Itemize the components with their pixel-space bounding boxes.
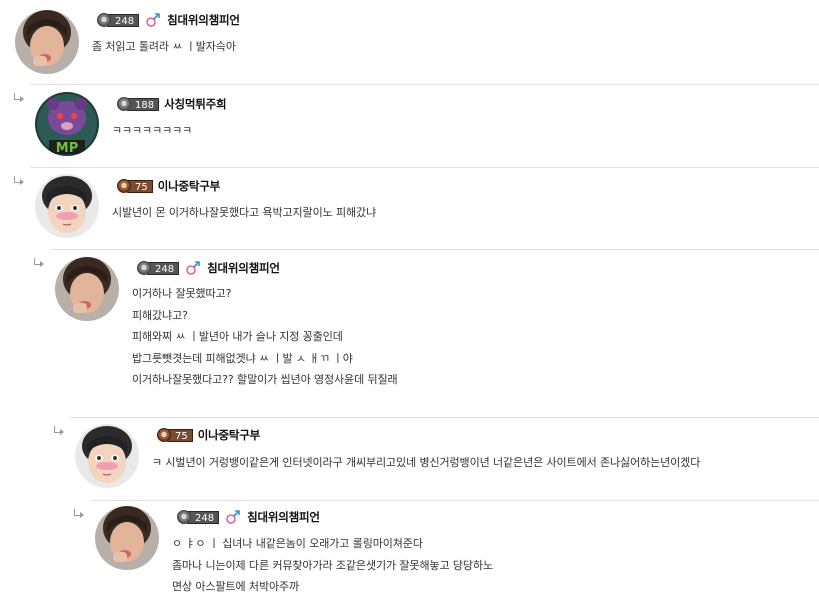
gender-icon [186,260,200,275]
level-badge: 248 [97,13,140,28]
reply-arrow-icon [13,176,25,188]
avatar[interactable] [35,174,99,238]
comment: 248 침대위의챔피언 좀 처읽고 톨려라 ㅆ ㅣ발자슥아 [0,0,819,84]
comment-header: 75 이나중탁구부 [157,427,260,443]
comment-line: 이거하나 잘못했따고? [132,287,232,300]
comment: 248 침대위의챔피언 ㅇ ㅑㅇ ㅣ 십녀나 내같은놈이 오래가고 롤링마이쳐준… [74,500,819,608]
comment-text: ㅋㅋㅋㅋㅋㅋㅋㅋ [112,120,192,142]
comment-line: 피해와찌 ㅆ ㅣ발년아 내가 슬나 지정 꽁출인데 [132,330,343,343]
comment-line: 좀마나 니는이제 다른 커뮤찾아가라 조같은샛기가 잘못해놓고 당당하노 [172,558,493,572]
level-number: 248 [107,13,140,27]
level-number: 188 [127,97,160,111]
level-icon [177,510,191,524]
level-badge: 75 [157,428,193,443]
comment-line: ㅋㅋㅋㅋㅋㅋㅋㅋ [112,124,193,137]
reply-arrow-icon [73,509,85,521]
level-number: 248 [187,510,220,524]
avatar[interactable]: MP [35,92,99,156]
level-number: 248 [147,261,180,275]
comment-text: ㅇ ㅑㅇ ㅣ 십녀나 내같은놈이 오래가고 롤링마이쳐준다 좀마나 니는이제 다… [172,533,493,598]
gender-icon [146,12,160,27]
nickname[interactable]: 사칭먹튀주희 [164,96,226,112]
level-icon [157,428,171,442]
level-badge: 188 [117,97,160,112]
comment-line: ㅇ ㅑㅇ ㅣ 십녀나 내같은놈이 오래가고 롤링마이쳐준다 [172,537,423,550]
level-icon [117,179,131,193]
nickname[interactable]: 침대위의챔피언 [167,12,240,28]
level-icon [97,13,111,27]
gender-icon [226,509,240,524]
avatar[interactable] [55,257,119,321]
avatar[interactable] [75,424,139,488]
level-badge: 248 [137,261,180,276]
reply-arrow-icon [13,93,25,105]
comment-text: ㅋ 시벌년이 거렁뱅이같은게 인터넷이라구 개씨부리고있네 병신거렁뱅이년 너같… [152,452,700,474]
comment-text: 시발년이 몬 이거하나잘못했다고 욕박고지랄이노 피해갔냐 [112,202,376,224]
comment-header: 75 이나중탁구부 [117,178,220,194]
level-badge: 75 [117,179,153,194]
comment: 75 이나중탁구부 시발년이 몬 이거하나잘못했다고 욕박고지랄이노 피해갔냐 [14,167,819,249]
svg-text:MP: MP [56,141,78,156]
comment: 248 침대위의챔피언 이거하나 잘못했따고? 피해갔냐고? 피해와찌 ㅆ ㅣ발… [34,249,819,417]
comment: MP 188 사칭먹튀주희 ㅋㅋㅋㅋㅋㅋㅋㅋ [14,84,819,167]
comment-line: ㅋ 시벌년이 거렁뱅이같은게 인터넷이라구 개씨부리고있네 병신거렁뱅이년 너같… [152,456,701,469]
comment-header: 188 사칭먹튀주희 [117,96,227,112]
reply-arrow-icon [53,426,65,438]
reply-arrow-icon [33,258,45,270]
nickname[interactable]: 침대위의챔피언 [247,509,320,525]
comment-line: 이거하나잘못했다고?? 할말이가 씹년아 영정사윤데 뒤질래 [132,373,398,386]
nickname[interactable]: 이나중탁구부 [198,427,260,443]
comment: 75 이나중탁구부 ㅋ 시벌년이 거렁뱅이같은게 인터넷이라구 개씨부리고있네 … [54,417,819,500]
nickname[interactable]: 이나중탁구부 [158,178,220,194]
level-badge: 248 [177,510,220,525]
comment-line: 밥그릇뺏겻는데 피해없겟냐 ㅆ ㅣ발 ㅅ ㅐㄲ ㅣ야 [132,351,353,365]
comment-header: 248 침대위의챔피언 [137,260,280,276]
level-icon [117,97,131,111]
nickname[interactable]: 침대위의챔피언 [207,260,280,276]
comment-text: 이거하나 잘못했따고? 피해갔냐고? 피해와찌 ㅆ ㅣ발년아 내가 슬나 지정 … [132,283,398,391]
comment-line: 피해갔냐고? [132,308,188,322]
level-icon [137,261,151,275]
avatar[interactable] [95,506,159,570]
comment-text: 좀 처읽고 톨려라 ㅆ ㅣ발자슥아 [92,36,236,58]
comment-line: 면상 아스팔트에 처박아주까 [172,580,300,593]
comment-header: 248 침대위의챔피언 [97,12,240,28]
comment-line: 좀 처읽고 톨려라 ㅆ ㅣ발자슥아 [92,40,236,53]
comment-line: 시발년이 몬 이거하나잘못했다고 욕박고지랄이노 피해갔냐 [112,206,377,219]
avatar[interactable] [15,10,79,74]
comment-header: 248 침대위의챔피언 [177,509,320,525]
